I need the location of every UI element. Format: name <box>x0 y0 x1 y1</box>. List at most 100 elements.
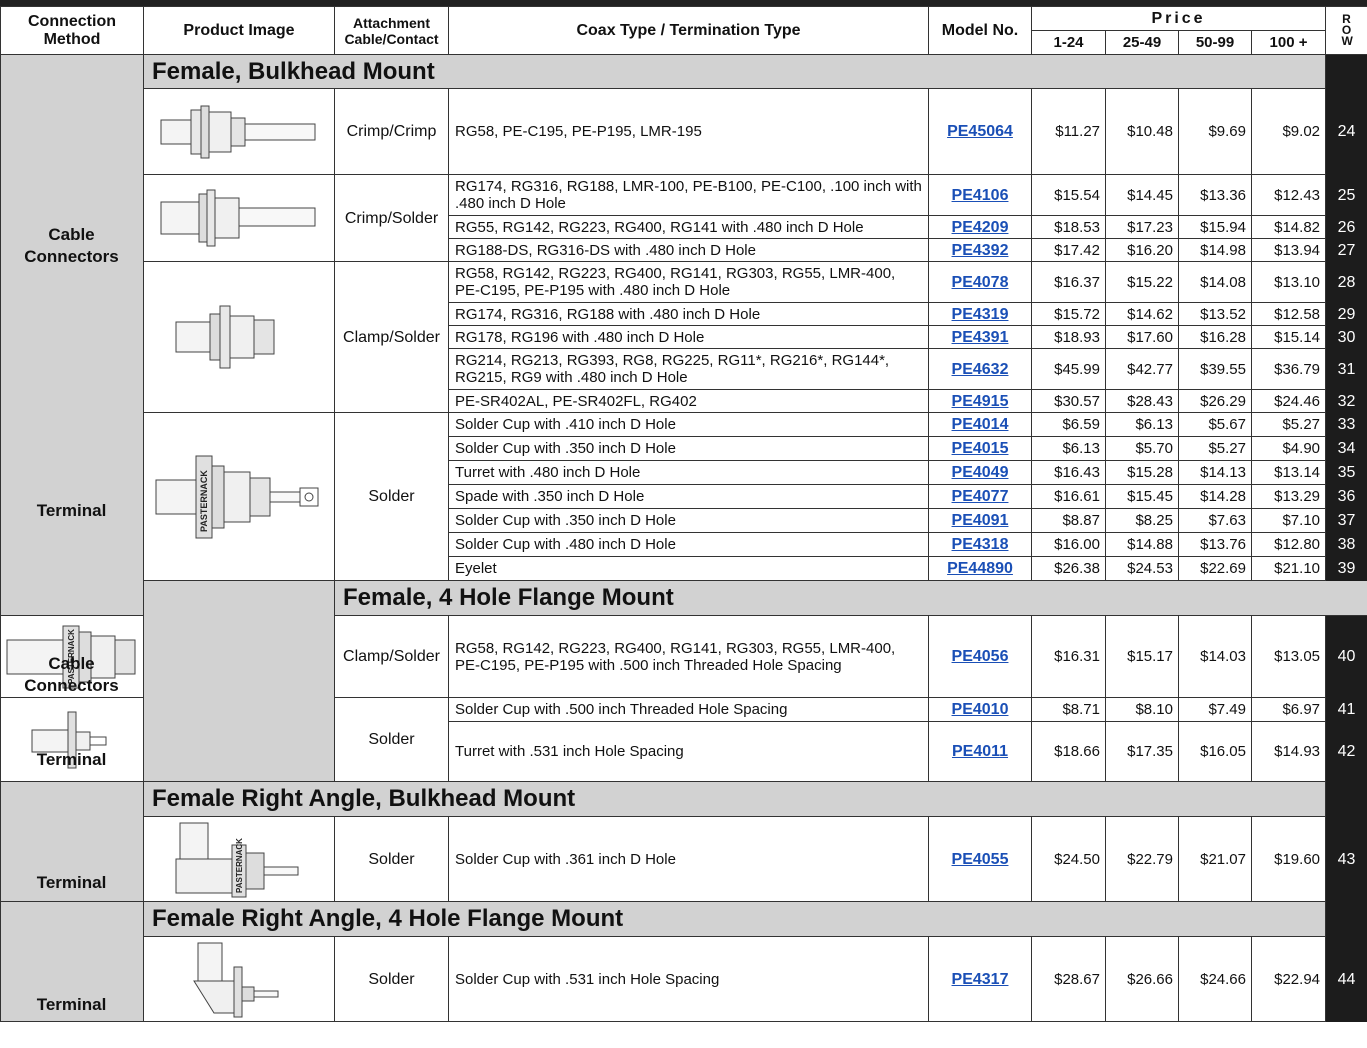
header-qty-1: 1-24 <box>1031 30 1106 55</box>
model-link[interactable]: PE4318 <box>952 536 1009 553</box>
model-link[interactable]: PE4010 <box>952 701 1009 718</box>
header-row: ROW <box>1325 6 1367 55</box>
price-100-plus: $14.93 <box>1250 721 1327 782</box>
price-100-plus: $13.94 <box>1250 238 1327 262</box>
model-link[interactable]: PE4015 <box>952 440 1009 457</box>
model-link[interactable]: PE4078 <box>952 274 1009 291</box>
method-label-cable-connectors: Cable Connectors <box>24 225 119 266</box>
model-cell: PE4319 <box>928 302 1032 326</box>
price-25-49: $14.62 <box>1105 302 1179 326</box>
price-100-plus: $6.97 <box>1250 697 1327 722</box>
connector-image <box>160 189 316 247</box>
row-spacer <box>1325 54 1367 89</box>
model-link[interactable]: PE4011 <box>952 743 1008 760</box>
price-100-plus: $14.82 <box>1250 215 1327 239</box>
price-50-99: $14.08 <box>1178 261 1252 303</box>
price-50-99: $39.55 <box>1178 348 1252 390</box>
model-link[interactable]: PE45064 <box>947 123 1013 140</box>
price-1-24: $17.42 <box>1031 238 1106 262</box>
price-25-49: $15.17 <box>1105 615 1179 698</box>
section-title: Female Right Angle, 4 Hole Flange Mount <box>142 901 1327 937</box>
section-title: Female, Bulkhead Mount <box>142 54 1327 89</box>
model-link[interactable]: PE4091 <box>952 512 1009 529</box>
header-coax-type: Coax Type / Termination Type <box>448 6 929 55</box>
coax-type-cell: Eyelet <box>448 556 929 581</box>
model-cell: PE4056 <box>928 615 1032 698</box>
price-1-24: $8.71 <box>1031 697 1106 722</box>
row-number: 34 <box>1325 436 1367 461</box>
coax-type-cell: RG174, RG316, RG188 with .480 inch D Hol… <box>448 302 929 326</box>
model-link[interactable]: PE4632 <box>952 361 1009 378</box>
model-link[interactable]: PE4392 <box>952 242 1009 259</box>
price-25-49: $8.10 <box>1105 697 1179 722</box>
header-qty-2: 25-49 <box>1105 30 1179 55</box>
price-100-plus: $21.10 <box>1250 556 1327 581</box>
model-link[interactable]: PE4209 <box>952 219 1009 236</box>
row-spacer <box>1325 781 1367 817</box>
price-25-49: $15.28 <box>1105 460 1179 485</box>
model-link[interactable]: PE4014 <box>952 416 1009 433</box>
price-50-99: $26.29 <box>1178 389 1252 413</box>
row-number: 44 <box>1325 936 1367 1022</box>
model-cell: PE45064 <box>928 88 1032 175</box>
price-50-99: $14.03 <box>1178 615 1252 698</box>
row-number: 25 <box>1325 174 1367 216</box>
method-label-terminal-4: Terminal <box>36 995 107 1014</box>
row-number: 37 <box>1325 508 1367 533</box>
method-label-cable-connectors-2: Cable Connectors <box>24 654 119 695</box>
coax-type-cell: RG188-DS, RG316-DS with .480 inch D Hole <box>448 238 929 262</box>
price-50-99: $9.69 <box>1178 88 1252 175</box>
row-number: 30 <box>1325 325 1367 349</box>
model-link[interactable]: PE4319 <box>952 306 1009 323</box>
model-link[interactable]: PE4056 <box>952 648 1009 665</box>
model-link[interactable]: PE4317 <box>952 971 1009 988</box>
method-label-terminal-2: Terminal <box>36 750 107 769</box>
price-50-99: $13.52 <box>1178 302 1252 326</box>
price-25-49: $8.25 <box>1105 508 1179 533</box>
row-number: 38 <box>1325 532 1367 557</box>
model-link[interactable]: PE44890 <box>947 560 1013 577</box>
price-100-plus: $13.10 <box>1250 261 1327 303</box>
price-25-49: $24.53 <box>1105 556 1179 581</box>
price-50-99: $5.67 <box>1178 412 1252 437</box>
product-image: PASTERNACK <box>143 816 335 902</box>
price-50-99: $14.28 <box>1178 484 1252 509</box>
model-link[interactable]: PE4055 <box>952 851 1009 868</box>
model-link[interactable]: PE4391 <box>952 329 1009 346</box>
method-cell <box>143 580 335 782</box>
product-table: Connection Method Product Image Attachmen… <box>0 6 1367 1022</box>
price-1-24: $15.54 <box>1031 174 1106 216</box>
price-50-99: $15.94 <box>1178 215 1252 239</box>
coax-type-cell: RG174, RG316, RG188, LMR-100, PE-B100, P… <box>448 174 929 216</box>
coax-type-cell: Spade with .350 inch D Hole <box>448 484 929 509</box>
price-25-49: $15.22 <box>1105 261 1179 303</box>
price-100-plus: $13.05 <box>1250 615 1327 698</box>
model-cell: PE4106 <box>928 174 1032 216</box>
model-cell: PE4392 <box>928 238 1032 262</box>
price-100-plus: $9.02 <box>1250 88 1327 175</box>
price-50-99: $21.07 <box>1178 816 1252 902</box>
row-number: 39 <box>1325 556 1367 581</box>
model-link[interactable]: PE4915 <box>952 393 1009 410</box>
connector-image: PASTERNACK <box>175 822 299 898</box>
price-100-plus: $12.58 <box>1250 302 1327 326</box>
attachment-cell: Crimp/Solder <box>334 174 449 262</box>
price-1-24: $45.99 <box>1031 348 1106 390</box>
model-link[interactable]: PE4049 <box>952 464 1009 481</box>
model-cell: PE4632 <box>928 348 1032 390</box>
coax-type-cell: Solder Cup with .480 inch D Hole <box>448 532 929 557</box>
price-1-24: $16.43 <box>1031 460 1106 485</box>
row-number: 31 <box>1325 348 1367 390</box>
price-25-49: $42.77 <box>1105 348 1179 390</box>
price-50-99: $5.27 <box>1178 436 1252 461</box>
row-number: 35 <box>1325 460 1367 485</box>
row-number: 29 <box>1325 302 1367 326</box>
price-1-24: $6.13 <box>1031 436 1106 461</box>
model-cell: PE4010 <box>928 697 1032 722</box>
section-title: Female Right Angle, Bulkhead Mount <box>142 781 1327 817</box>
coax-type-cell: Solder Cup with .410 inch D Hole <box>448 412 929 437</box>
model-link[interactable]: PE4106 <box>952 187 1009 204</box>
model-link[interactable]: PE4077 <box>952 488 1009 505</box>
header-row-label: ROW <box>1341 12 1353 48</box>
price-25-49: $14.45 <box>1105 174 1179 216</box>
